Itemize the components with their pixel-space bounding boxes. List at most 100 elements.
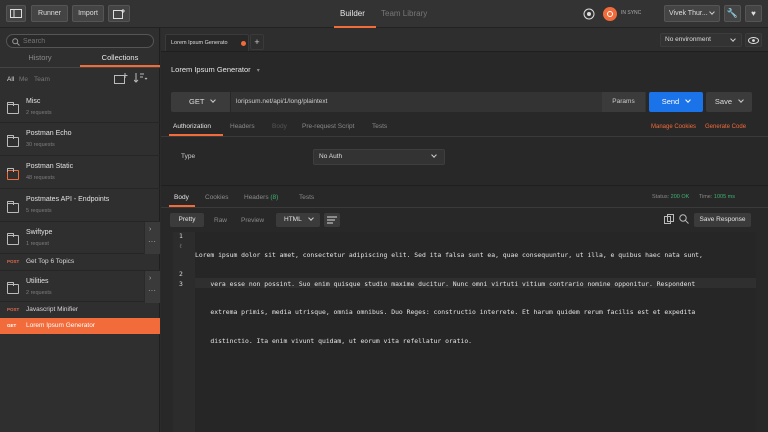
top-bar: Runner Import Builder Team Library IN SY… [0, 0, 768, 28]
response-body-editor[interactable]: 1 ℓ 2 3 Lorem ipsum dolor sit amet, cons… [173, 232, 756, 432]
user-menu[interactable]: Vivek Thur... [664, 5, 720, 22]
tab-history[interactable]: History [0, 53, 80, 67]
interceptor-icon[interactable] [583, 8, 595, 22]
collection-postman-echo[interactable]: Postman Echo 30 requests [0, 123, 160, 156]
collection-utilities[interactable]: Utilities 2 requests › ··· [0, 270, 160, 303]
auth-type-select[interactable]: No Auth [313, 149, 445, 165]
collection-name: Utilities [26, 278, 49, 285]
filter-me[interactable]: Me [19, 76, 28, 83]
request-title[interactable]: Lorem Ipsum Generator ▾ [171, 65, 260, 74]
folder-icon [7, 282, 19, 294]
wrench-icon: 🔧 [726, 8, 739, 18]
divider [161, 207, 768, 208]
line-number: 1 [179, 232, 183, 240]
chevron-right-icon[interactable]: › [149, 226, 151, 233]
eye-icon [748, 37, 759, 44]
save-response-button[interactable]: Save Response [694, 213, 751, 227]
filter-team[interactable]: Team [34, 76, 50, 83]
request-lorem-ipsum-generator[interactable]: GET Lorem Ipsum Generator [0, 318, 160, 334]
add-tab-button[interactable]: + [250, 34, 264, 50]
request-tab[interactable]: Lorem Ipsum Generato [165, 34, 249, 51]
time-value: 1005 ms [713, 194, 736, 200]
format-select[interactable]: HTML [276, 213, 320, 227]
main-panel: Lorem Ipsum Generato + No environment Lo… [161, 28, 768, 432]
notifications-button[interactable]: ♥ [745, 5, 762, 22]
collection-postmates-api[interactable]: Postmates API - Endpoints 5 requests [0, 189, 160, 222]
sync-icon[interactable] [603, 7, 617, 21]
environment-quicklook-button[interactable] [745, 33, 762, 47]
line-number-gutter [173, 232, 195, 432]
import-button[interactable]: Import [72, 5, 104, 22]
request-title-text: Lorem Ipsum Generator [171, 65, 251, 74]
collection-postman-static[interactable]: Postman Static 48 requests [0, 156, 160, 189]
collection-name: Postman Static [26, 163, 74, 170]
tab-pre-request-script[interactable]: Pre-request Script [302, 123, 354, 130]
wrap-lines-button[interactable] [324, 213, 340, 227]
new-collection-icon[interactable] [114, 73, 128, 86]
collection-swiftype[interactable]: Swiftype 1 request › ··· [0, 222, 160, 254]
more-options-icon[interactable]: ··· [148, 237, 156, 246]
tab-body[interactable]: Body [272, 123, 287, 130]
sort-icon[interactable] [133, 73, 148, 85]
chevron-down-icon [709, 9, 715, 15]
chevron-down-icon [730, 36, 736, 42]
view-preview-button[interactable]: Preview [241, 217, 264, 224]
sidebar: History Collections All Me Team Misc 2 r… [0, 28, 160, 432]
collection-actions: › ··· [144, 271, 160, 303]
method-select[interactable]: GET [171, 92, 230, 112]
environment-select[interactable]: No environment [660, 33, 742, 47]
line-number: 2 [179, 270, 183, 278]
search-box[interactable] [6, 34, 154, 48]
response-tab-headers[interactable]: Headers (8) [244, 194, 278, 201]
tab-headers[interactable]: Headers [230, 123, 255, 130]
headers-label: Headers [244, 194, 269, 201]
chevron-down-icon [308, 215, 314, 221]
collection-name: Postmates API - Endpoints [26, 196, 110, 203]
new-window-button[interactable] [108, 5, 130, 22]
collection-count: 30 requests [26, 142, 55, 148]
method-badge: POST [7, 259, 20, 264]
manage-cookies-link[interactable]: Manage Cookies [651, 124, 696, 130]
response-tab-cookies[interactable]: Cookies [205, 194, 228, 201]
url-input[interactable]: loripsum.net/api/1/long/plaintext [231, 92, 646, 112]
generate-code-link[interactable]: Generate Code [705, 124, 746, 130]
divider [161, 185, 768, 186]
request-get-top-6-topics[interactable]: POST Get Top 6 Topics [0, 254, 160, 270]
search-icon[interactable] [679, 214, 689, 226]
tab-authorization[interactable]: Authorization [173, 123, 211, 130]
response-tab-tests[interactable]: Tests [299, 194, 314, 201]
chevron-down-icon [210, 97, 217, 103]
response-tab-body[interactable]: Body [174, 194, 189, 201]
params-button[interactable]: Params [602, 92, 645, 112]
view-raw-button[interactable]: Raw [214, 217, 227, 224]
folder-icon [7, 102, 19, 114]
settings-button[interactable]: 🔧 [724, 5, 741, 22]
send-button[interactable]: Send [649, 92, 703, 112]
tab-tests[interactable]: Tests [372, 123, 387, 130]
save-button[interactable]: Save [706, 92, 752, 112]
request-name: Javascript Minifier [26, 306, 79, 313]
tab-team-library[interactable]: Team Library [381, 0, 427, 28]
request-tab-label: Lorem Ipsum Generato [171, 40, 228, 46]
tab-builder[interactable]: Builder [340, 0, 365, 28]
chevron-right-icon[interactable]: › [149, 275, 151, 282]
copy-icon[interactable] [664, 214, 674, 226]
runner-button[interactable]: Runner [31, 5, 68, 22]
chevron-down-icon [431, 152, 437, 158]
environment-value: No environment [665, 36, 711, 43]
request-javascript-minifier[interactable]: POST Javascript Minifier [0, 302, 160, 318]
time-label: Time: [698, 194, 713, 200]
search-input[interactable] [23, 36, 143, 46]
line-numbers: 1 ℓ 2 3 [179, 232, 183, 289]
folder-icon [7, 135, 19, 147]
collection-misc[interactable]: Misc 2 requests [0, 91, 160, 123]
more-options-icon[interactable]: ··· [148, 286, 156, 295]
sidebar-toggle-button[interactable] [6, 5, 26, 22]
auth-type-value: No Auth [319, 153, 343, 160]
collection-count: 2 requests [26, 290, 52, 296]
sync-status: IN SYNC [621, 10, 642, 16]
code-line: extrema primis, media utrisque, omnia om… [195, 308, 696, 316]
view-pretty-button[interactable]: Pretty [170, 213, 204, 227]
filter-all[interactable]: All [7, 76, 14, 83]
